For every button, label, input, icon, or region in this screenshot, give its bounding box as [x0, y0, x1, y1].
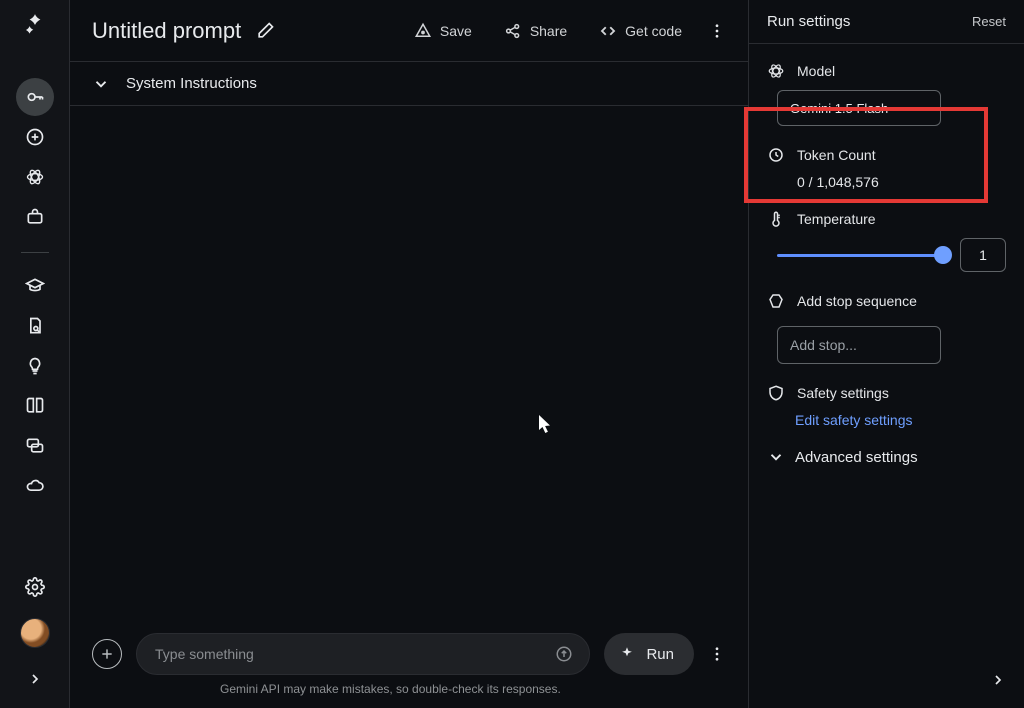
advanced-settings-toggle[interactable]: Advanced settings: [749, 434, 1024, 480]
sidebar-docsearch-button[interactable]: [16, 307, 54, 345]
sidebar-expand-button[interactable]: [20, 664, 50, 694]
get-code-button[interactable]: Get code: [593, 16, 688, 46]
system-instructions-toggle[interactable]: System Instructions: [70, 62, 748, 106]
sidebar-divider: [21, 252, 49, 253]
run-more-icon[interactable]: [708, 645, 726, 663]
atom-icon: [767, 62, 785, 80]
page-title: Untitled prompt: [92, 18, 241, 44]
sidebar-lightbulb-button[interactable]: [16, 347, 54, 385]
run-button[interactable]: Run: [604, 633, 694, 675]
disclaimer: Gemini API may make mistakes, so double-…: [70, 676, 748, 708]
dropdown-icon: [916, 102, 928, 114]
sidebar-book-button[interactable]: [16, 387, 54, 425]
temperature-label: Temperature: [797, 211, 876, 227]
model-section: Model Gemini 1.5 Flash: [749, 44, 1024, 132]
mouse-cursor-icon: [539, 415, 553, 433]
avatar[interactable]: [20, 618, 50, 648]
sidebar-chat-button[interactable]: [16, 427, 54, 465]
shield-icon: [767, 384, 785, 402]
save-button[interactable]: Save: [408, 16, 478, 46]
temperature-value[interactable]: 1: [960, 238, 1006, 272]
sidebar-settings-button[interactable]: [16, 568, 54, 606]
safety-section: Safety settings Edit safety settings: [749, 370, 1024, 434]
sparkle-icon: [618, 645, 636, 663]
sidebar: [0, 0, 70, 708]
share-button[interactable]: Share: [498, 16, 573, 46]
prompt-input[interactable]: [155, 646, 549, 662]
conversation-area: [70, 106, 748, 628]
run-settings-panel: Run settings Reset Model Gemini 1.5 Flas…: [749, 0, 1024, 708]
main-panel: Untitled prompt Save Share: [70, 0, 749, 708]
stop-section: Add stop sequence: [749, 278, 1024, 370]
sidebar-atom-button[interactable]: [16, 158, 54, 196]
right-panel-collapse-button[interactable]: [990, 672, 1006, 688]
get-code-label: Get code: [625, 23, 682, 39]
add-attachment-button[interactable]: [92, 639, 122, 669]
edit-safety-link[interactable]: Edit safety settings: [767, 412, 1006, 428]
sidebar-new-button[interactable]: [16, 118, 54, 156]
stop-input[interactable]: [777, 326, 941, 364]
sidebar-toolbox-button[interactable]: [16, 198, 54, 236]
logo-icon: [22, 12, 48, 38]
sidebar-key-button[interactable]: [16, 78, 54, 116]
sidebar-graduation-button[interactable]: [16, 267, 54, 305]
token-label: Token Count: [797, 147, 876, 163]
model-value: Gemini 1.5 Flash: [790, 101, 888, 116]
run-settings-title: Run settings: [767, 13, 850, 30]
token-section: Token Count 0 / 1,048,576: [749, 132, 1024, 196]
run-label: Run: [646, 646, 674, 663]
model-label: Model: [797, 63, 835, 79]
chevron-down-icon: [767, 448, 785, 466]
stop-label: Add stop sequence: [797, 293, 917, 309]
temperature-section: Temperature 1: [749, 196, 1024, 278]
system-instructions-label: System Instructions: [126, 75, 257, 92]
sidebar-cloud-button[interactable]: [16, 467, 54, 505]
save-icon: [414, 22, 432, 40]
code-icon: [599, 22, 617, 40]
input-bar: Run: [70, 628, 748, 680]
edit-title-icon[interactable]: [255, 21, 275, 41]
chevron-down-icon: [92, 75, 110, 93]
prompt-input-container: [136, 633, 590, 675]
share-icon: [504, 22, 522, 40]
advanced-label: Advanced settings: [795, 449, 918, 466]
upload-icon[interactable]: [549, 639, 579, 669]
hexagon-icon: [767, 292, 785, 310]
safety-label: Safety settings: [797, 385, 889, 401]
header: Untitled prompt Save Share: [70, 0, 748, 62]
model-select[interactable]: Gemini 1.5 Flash: [777, 90, 941, 126]
token-value: 0 / 1,048,576: [797, 174, 1006, 190]
temperature-slider[interactable]: [777, 246, 946, 264]
share-label: Share: [530, 23, 567, 39]
save-label: Save: [440, 23, 472, 39]
token-icon: [767, 146, 785, 164]
thermometer-icon: [767, 210, 785, 228]
reset-button[interactable]: Reset: [972, 14, 1006, 29]
more-icon[interactable]: [708, 22, 726, 40]
